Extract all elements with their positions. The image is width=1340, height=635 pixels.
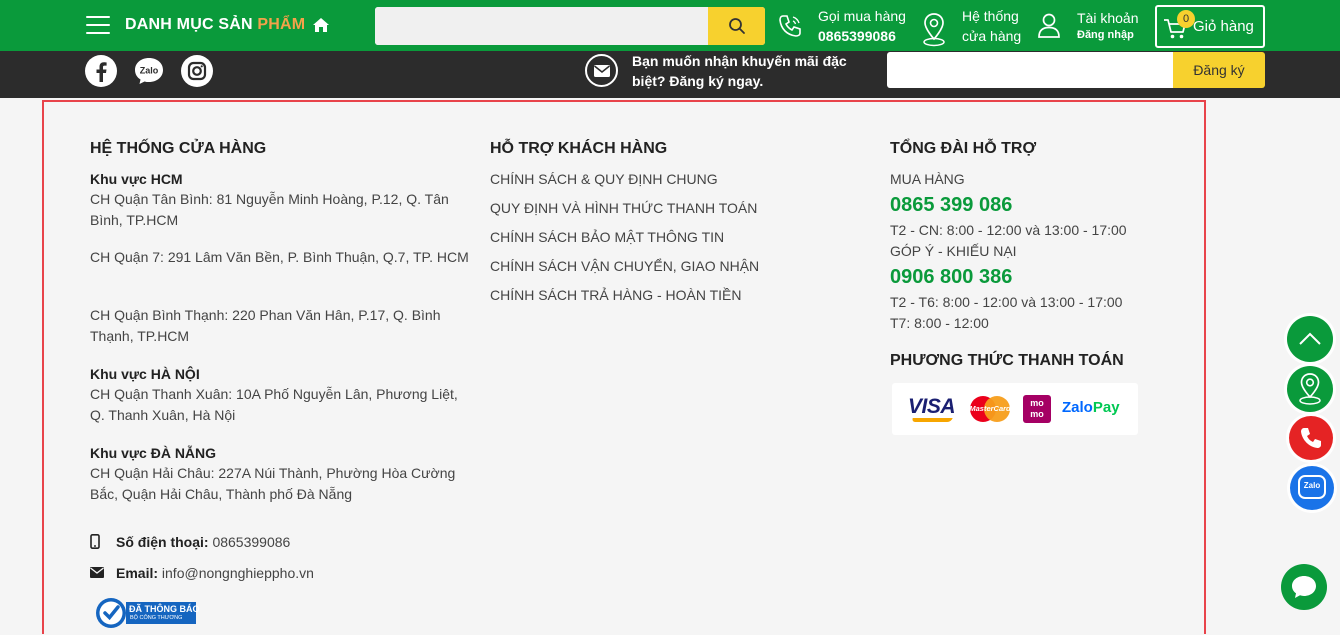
account-link[interactable]: Tài khoản Đăng nhập: [1077, 8, 1138, 42]
newsletter-subscribe-button[interactable]: Đăng ký: [1173, 52, 1265, 88]
social-newsletter-bar: Zalo Bạn muốn nhận khuyến mãi đặc biệt? …: [0, 51, 1340, 98]
search-button[interactable]: [708, 7, 765, 45]
region-hcm: Khu vực HCM: [90, 171, 183, 187]
call-now-button[interactable]: [1289, 416, 1333, 460]
map-pin-icon: [1299, 373, 1321, 405]
email-value[interactable]: info@nongnghieppho.vn: [162, 565, 314, 581]
newsletter-mail-icon: [585, 54, 618, 87]
policy-link[interactable]: CHÍNH SÁCH BẢO MẬT THÔNG TIN: [490, 229, 724, 245]
zalo-icon[interactable]: Zalo: [132, 54, 166, 88]
region-hanoi: Khu vực HÀ NỘI: [90, 366, 200, 382]
mastercard-text: MasterCard: [969, 404, 1011, 413]
support-title: HỖ TRỢ KHÁCH HÀNG: [490, 140, 668, 157]
phone-label: Số điện thoại:: [116, 534, 209, 550]
zalopay-text-1: Zalo: [1062, 399, 1093, 416]
store-address: CH Quận 7: 291 Lâm Văn Bền, P. Bình Thuậ…: [90, 249, 469, 265]
chat-bubble-icon: [1292, 576, 1316, 598]
store-address: CH Quận Tân Bình: 81 Nguyễn Minh Hoàng, …: [90, 191, 449, 228]
category-label-main: DANH MỤC SẢN: [125, 16, 258, 33]
menu-icon[interactable]: [86, 16, 110, 36]
footer-content: HỆ THỐNG CỬA HÀNG Khu vực HCM CH Quận Tâ…: [42, 100, 1206, 634]
email-contact: Email: info@nongnghieppho.vn: [116, 565, 314, 581]
facebook-icon[interactable]: [84, 54, 118, 88]
phone-contact: Số điện thoại: 0865399086: [116, 534, 290, 550]
phone-call-icon: [1301, 428, 1321, 448]
store-address: CH Quận Hải Châu: 227A Núi Thành, Phường…: [90, 465, 456, 502]
policy-link[interactable]: CHÍNH SÁCH VẬN CHUYỂN, GIAO NHẬN: [490, 258, 759, 274]
mastercard-logo: MasterCard: [966, 395, 1014, 423]
buy-hours: T2 - CN: 8:00 - 12:00 và 13:00 - 17:00: [890, 222, 1127, 238]
svg-text:Zalo: Zalo: [140, 66, 159, 76]
gov-badge-line1: ĐÃ THÔNG BÁO: [129, 604, 200, 614]
category-label-accent: PHẨM: [257, 16, 306, 33]
stores-label-1: Hệ thống: [962, 8, 1019, 24]
feedback-label: GÓP Ý - KHIẾU NẠI: [890, 243, 1017, 259]
account-sub: Đăng nhập: [1077, 29, 1134, 41]
call-label: Gọi mua hàng: [818, 8, 906, 24]
payment-methods: VISA MasterCard mo mo ZaloPay: [892, 383, 1138, 435]
zalo-chat-label: Zalo: [1303, 481, 1321, 490]
cart-button[interactable]: 0 Giỏ hàng: [1155, 5, 1265, 48]
home-icon[interactable]: [312, 16, 330, 34]
stores-label-2: cửa hàng: [962, 28, 1022, 44]
visa-logo: VISA: [908, 395, 958, 425]
store-address: CH Quận Thanh Xuân: 10A Phố Nguyễn Lân, …: [90, 386, 458, 423]
search-input[interactable]: [375, 7, 708, 45]
visa-text: VISA: [908, 395, 956, 418]
zalopay-text-2: Pay: [1092, 399, 1120, 416]
policy-link[interactable]: QUY ĐỊNH VÀ HÌNH THỨC THANH TOÁN: [490, 200, 757, 216]
newsletter-text: Bạn muốn nhận khuyến mãi đặc biệt? Đăng …: [632, 53, 847, 89]
live-chat-button[interactable]: [1281, 564, 1327, 610]
momo-logo: mo mo: [1023, 395, 1051, 423]
search-box: [375, 7, 765, 45]
call-to-buy[interactable]: Gọi mua hàng 0865399086: [818, 6, 906, 46]
zalo-chat-button[interactable]: Zalo: [1290, 466, 1334, 510]
buy-hotline-number[interactable]: 0865 399 086: [890, 194, 1012, 217]
store-location-icon: [923, 13, 945, 47]
store-address: CH Quận Bình Thạnh: 220 Phan Văn Hân, P.…: [90, 307, 441, 344]
user-icon: [1038, 13, 1060, 38]
mobile-phone-icon: [90, 534, 100, 549]
gov-badge-line2: BỘ CÔNG THƯƠNG: [130, 615, 183, 621]
momo-text-2: mo: [1030, 409, 1044, 419]
gov-registered-badge[interactable]: ĐÃ THÔNG BÁO BỘ CÔNG THƯƠNG: [94, 596, 200, 630]
zalopay-logo: ZaloPay: [1062, 399, 1120, 416]
policy-link[interactable]: CHÍNH SÁCH & QUY ĐỊNH CHUNG: [490, 171, 718, 187]
scroll-to-top-button[interactable]: [1287, 316, 1333, 362]
store-map-button[interactable]: [1287, 366, 1333, 412]
feedback-hours: T2 - T6: 8:00 - 12:00 và 13:00 - 17:00: [890, 294, 1123, 310]
hotline-title: TỔNG ĐÀI HỖ TRỢ: [890, 140, 1037, 157]
search-icon: [728, 18, 745, 34]
feedback-hours-saturday: T7: 8:00 - 12:00: [890, 315, 989, 331]
policy-link[interactable]: CHÍNH SÁCH TRẢ HÀNG - HOÀN TIỀN: [490, 287, 742, 303]
email-icon: [90, 567, 104, 578]
momo-text-1: mo: [1030, 398, 1044, 408]
feedback-hotline-number[interactable]: 0906 800 386: [890, 266, 1012, 289]
instagram-icon[interactable]: [180, 54, 214, 88]
payment-title: PHƯƠNG THỨC THANH TOÁN: [890, 352, 1124, 369]
top-header: DANH MỤC SẢN PHẨM Gọi mua hàng 086539908…: [0, 0, 1340, 51]
phone-value[interactable]: 0865399086: [212, 534, 290, 550]
email-label: Email:: [116, 565, 159, 581]
category-menu-label[interactable]: DANH MỤC SẢN PHẨM: [125, 16, 305, 34]
visa-swoosh: [911, 418, 953, 422]
region-danang: Khu vực ĐÀ NẴNG: [90, 445, 217, 461]
chevron-up-icon: [1299, 332, 1321, 345]
call-number: 0865399086: [818, 28, 896, 44]
phone-icon: [779, 15, 801, 37]
newsletter-email-input[interactable]: [887, 52, 1173, 88]
buy-label: MUA HÀNG: [890, 171, 965, 187]
account-label: Tài khoản: [1077, 10, 1139, 26]
stores-title: HỆ THỐNG CỬA HÀNG: [90, 140, 267, 157]
cart-label: Giỏ hàng: [1193, 18, 1254, 35]
store-system-link[interactable]: Hệ thống cửa hàng: [962, 6, 1021, 46]
